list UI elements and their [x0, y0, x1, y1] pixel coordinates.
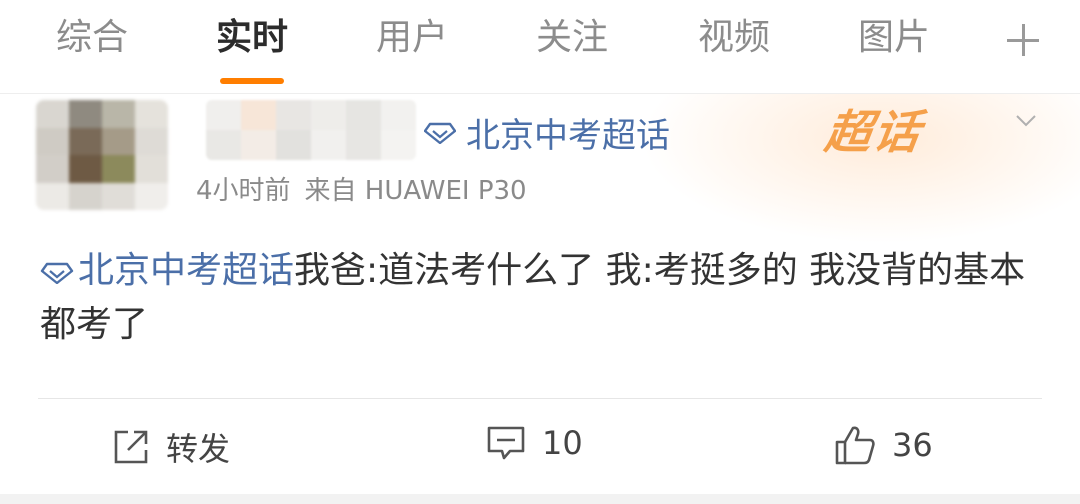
post-card: 超话 北京中考超话 4小时前 来自 HUAWEI P30 北京中考超话我爸:道法考… — [0, 94, 1080, 494]
chevron-down-icon[interactable] — [1014, 108, 1038, 132]
tab-videos[interactable]: 视频 — [698, 12, 770, 64]
post-source: 来自 HUAWEI P30 — [304, 176, 527, 206]
comment-count: 10 — [542, 424, 583, 462]
supertopic-label: 北京中考超话 — [466, 116, 670, 156]
share-icon — [114, 430, 148, 464]
supertopic-banner-text: 超话 — [821, 105, 926, 159]
tab-images[interactable]: 图片 — [858, 12, 930, 64]
post-body: 北京中考超话我爸:道法考什么了 我:考挺多的 我没背的基本都考了 — [40, 244, 1050, 352]
diamond-icon — [40, 262, 74, 285]
separator-strip — [0, 494, 1080, 504]
tab-users[interactable]: 用户 — [376, 12, 448, 64]
comment-icon — [487, 426, 525, 460]
like-count: 36 — [892, 426, 933, 464]
supertopic-link[interactable]: 北京中考超话 — [424, 108, 670, 157]
divider — [38, 398, 1042, 399]
tab-realtime[interactable]: 实时 — [216, 12, 288, 64]
like-button[interactable]: 36 — [834, 424, 933, 466]
tab-bar: 综合 实时 用户 关注 视频 图片 — [0, 0, 1080, 94]
post-meta: 4小时前 来自 HUAWEI P30 — [196, 170, 527, 207]
repost-button[interactable]: 转发 — [112, 424, 230, 470]
comment-button[interactable]: 10 — [486, 424, 583, 462]
repost-label: 转发 — [166, 430, 231, 468]
inline-topic-label: 北京中考超话 — [78, 250, 295, 291]
inline-topic-link[interactable]: 北京中考超话 — [40, 250, 294, 291]
username-redacted[interactable] — [206, 100, 416, 160]
diamond-icon — [424, 122, 456, 144]
thumbs-up-icon — [835, 426, 875, 465]
avatar[interactable] — [36, 100, 168, 210]
tab-following[interactable]: 关注 — [536, 12, 608, 64]
post-time: 4小时前 — [196, 176, 291, 206]
tab-comprehensive[interactable]: 综合 — [56, 12, 128, 64]
active-tab-indicator — [220, 78, 284, 84]
plus-icon[interactable] — [1005, 22, 1041, 58]
